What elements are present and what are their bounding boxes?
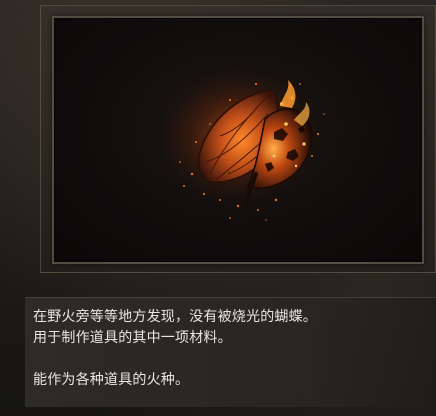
description-line-1: 在野火旁等等地方发现，没有被烧光的蝴蝶。 — [33, 309, 317, 325]
description-spacer — [33, 349, 436, 370]
description-line-2: 用于制作道具的其中一项材料。 — [33, 330, 232, 346]
description-line-3: 能作为各种道具的火种。 — [33, 372, 190, 388]
item-description: 在野火旁等等地方发现，没有被烧光的蝴蝶。 用于制作道具的其中一项材料。 能作为各… — [25, 297, 436, 407]
smoldering-butterfly-icon — [143, 56, 333, 221]
